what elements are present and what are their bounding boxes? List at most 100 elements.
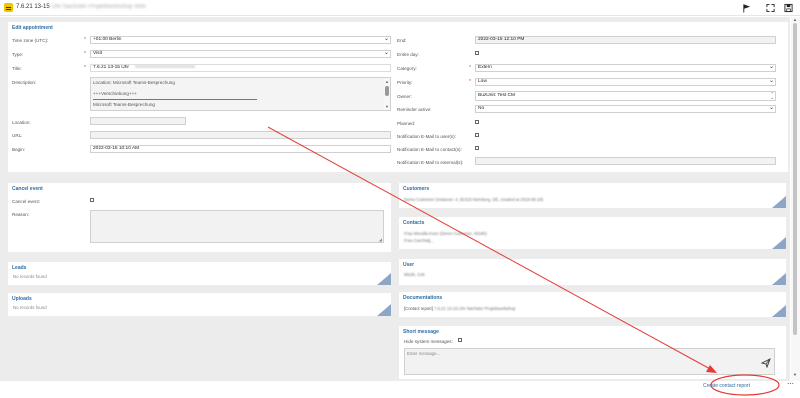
save-icon[interactable] [784,3,793,13]
description-line: Location: Microsoft Teams-Besprechung [93,80,175,85]
section-title: Leads [12,265,27,271]
category-value: Extern [478,65,492,70]
expand-corner-icon[interactable] [377,304,391,316]
documentation-entry[interactable]: [Contact report] 7.6.21 13-15 Uhr Nächst… [404,306,516,311]
message-input[interactable]: Enter message... [404,348,775,375]
entire-day-label: Entire day: [397,52,419,57]
type-label: Type: [12,52,24,57]
end-label: End: [397,38,407,43]
chevron-down-icon: ⌄ [383,50,389,56]
notif-users-checkbox[interactable] [475,133,479,137]
user-panel: User Müzik, Cek [399,259,786,285]
section-title: Customers [403,186,430,192]
uploads-panel: Uploads No records found [8,293,391,316]
category-select[interactable]: Extern ⌄ [475,64,776,72]
scroll-up-icon[interactable]: ▲ [793,17,797,22]
contact-entry[interactable]: Frau Wendla Konz (Demo Customer, 4534h) [404,231,487,236]
cancel-event-checkbox[interactable] [90,198,94,202]
planned-label: Planned: [397,121,416,126]
chevron-down-icon: ⌄ [768,78,774,84]
cancel-event-panel: Cancel event Cancel event: Reason: ◢ [8,183,391,252]
user-entry[interactable]: Müzik, Cek [404,272,425,277]
expand-corner-icon[interactable] [772,273,786,285]
timezone-value: +01:00 Berlin [93,37,122,42]
reminder-select[interactable]: No ⌄ [475,105,776,113]
owner-select[interactable]: BuzUnit: Test CM ⌃ ⌄ [475,91,776,101]
chevron-down-icon: ⌄ [768,64,774,70]
expand-corner-icon[interactable] [377,273,391,285]
url-label: URL: [12,133,23,138]
notif-contacts-checkbox[interactable] [475,146,479,150]
title-prefix: 7.6.21 13-15 [16,4,50,10]
section-title: Contacts [403,220,425,226]
begin-label: Begin: [12,147,26,152]
title-blurred: Uhr Nächster Projektworkshop WBI [51,4,146,10]
section-title: Short message [403,329,439,335]
expand-corner-icon[interactable] [772,196,786,208]
timezone-select[interactable]: +01:00 Berlin ⌄ [90,36,391,44]
description-line: Microsoft Teams-Besprechung [93,102,155,107]
location-label: Location: [12,120,31,125]
reason-textarea[interactable]: ◢ [90,210,384,243]
contact-entry[interactable]: Frau Carchtalj, , [404,238,434,243]
required-marker: * [469,65,471,71]
expand-corner-icon[interactable] [772,237,786,249]
section-title: Cancel event [12,186,43,192]
owner-label: Owner: [397,94,412,99]
location-input[interactable] [90,117,186,125]
scroll-down-icon[interactable]: ▼ [793,372,797,377]
url-input[interactable] [90,131,391,139]
title-input[interactable]: 7.6.21 13-15 Uhr [90,64,391,72]
documentations-panel: Documentations [Contact report] 7.6.21 1… [399,292,786,317]
timezone-label: Time zone (UTC): [12,38,49,43]
type-select[interactable]: Visit ⌄ [90,50,391,58]
message-placeholder: Enter message... [407,351,441,356]
priority-label: Priority: [397,80,413,85]
appointment-app-icon [4,3,13,12]
chevron-down-icon: ⌄ [768,105,774,111]
page-title: 7.6.21 13-15 Uhr Nächster Projektworksho… [16,4,146,10]
description-line: +++Verschiebung+++ [93,91,137,96]
scroll-up-icon[interactable]: ▲ [385,79,389,84]
begin-input[interactable]: 2022-03-15 10:10 AM [90,145,391,153]
page-scroll-thumb[interactable] [793,23,797,335]
hide-system-messages-label: Hide system messages: [404,339,453,344]
priority-select[interactable]: Low ⌄ [475,78,776,86]
title-value: 7.6.21 13-15 Uhr [93,65,130,70]
scroll-down-icon[interactable]: ▼ [385,104,389,109]
description-scrollbar[interactable]: ▲ ▼ [384,78,390,110]
description-textarea[interactable]: Location: Microsoft Teams-Besprechung ++… [90,77,391,111]
customer-entry[interactable]: Demo Customer (Instanze: 4, 82319 Nürnbe… [404,197,543,202]
end-input[interactable]: 2022-03-15 12:10 PM [475,36,776,44]
expand-icon[interactable] [766,3,775,13]
customers-panel: Customers Demo Customer (Instanze: 4, 82… [399,183,786,208]
resize-handle-icon[interactable]: ◢ [379,237,382,242]
scroll-thumb[interactable] [385,86,389,96]
section-title: User [403,262,415,268]
window-header: 7.6.21 13-15 Uhr Nächster Projektworksho… [0,0,800,16]
required-marker: * [84,51,86,57]
chevron-down-icon: ⌄ [770,95,774,100]
flag-icon[interactable] [742,3,751,13]
hide-system-messages-checkbox[interactable] [458,338,462,342]
planned-checkbox[interactable] [475,120,479,124]
entire-day-checkbox[interactable] [475,51,479,55]
expand-corner-icon[interactable] [772,305,786,317]
create-contact-report-link[interactable]: Create contact report [703,383,750,389]
cancel-event-label: Cancel event: [12,199,41,204]
short-message-panel: Short message Hide system messages: Ente… [399,326,786,379]
more-options-icon[interactable]: ⋯ [787,380,794,388]
notif-external-label: Notification E-Mail to external(s): [397,160,464,165]
type-value: Visit [93,51,102,56]
reminder-value: No [478,106,485,111]
description-divider [93,99,257,100]
send-icon[interactable] [761,358,771,368]
documentation-prefix: [Contact report] [404,306,433,311]
owner-value: BuzUnit: Test CM [478,93,515,98]
notif-contacts-label: Notification E-Mail to contact(s): [397,147,462,152]
priority-value: Low [478,79,487,84]
section-title: Uploads [12,296,32,302]
notif-external-input[interactable] [475,157,776,165]
page-scrollbar[interactable]: ▲ ▼ [791,17,800,381]
required-marker: * [84,37,86,43]
